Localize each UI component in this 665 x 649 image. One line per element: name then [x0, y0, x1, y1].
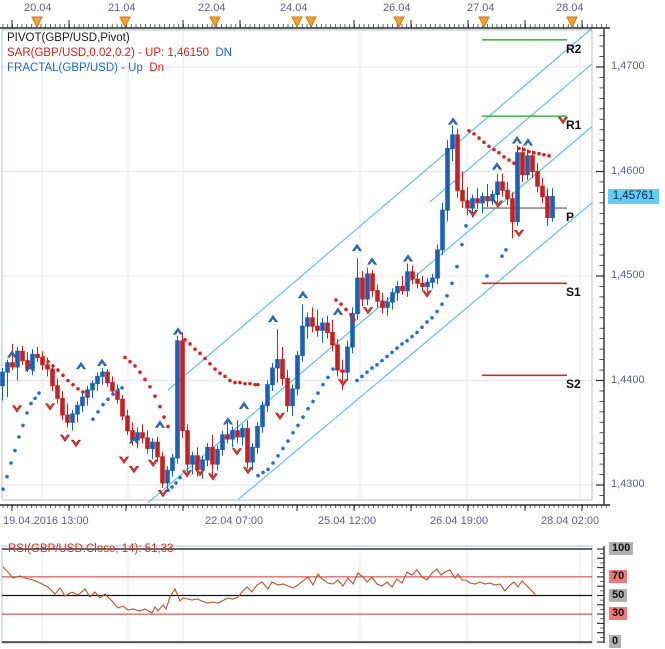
rsi-level-label-50: 50: [609, 588, 628, 602]
fractal-up-icon: [75, 361, 87, 370]
fractal-up-icon: [511, 136, 523, 144]
current-price-badge: 1,45761: [608, 188, 659, 204]
fractal-down-icon: [128, 466, 140, 474]
price-axis-label: 1,4300: [611, 478, 645, 490]
fractal-down-icon: [194, 469, 206, 477]
legend-sar: SAR(GBP/USD,0.02,0.2) - UP: 1,46150 DN: [7, 46, 232, 61]
price-axis-label: 1,4600: [611, 164, 645, 177]
fractal-down-icon: [513, 229, 525, 238]
channel-lines-layer: [147, 27, 593, 504]
rsi-level-label-0: 0: [609, 635, 622, 648]
fractal-up-icon: [238, 401, 250, 409]
fractal-down-icon: [231, 448, 243, 456]
price-axis: [596, 28, 605, 505]
legend-fractal-dn: Dn: [149, 62, 164, 74]
bottom-axis: [0, 504, 610, 511]
date-marker-icon: [291, 16, 303, 29]
fractal-up-icon: [491, 162, 503, 170]
date-marker-icon: [305, 16, 317, 29]
fractal-down-icon: [274, 412, 286, 421]
fractal-down-icon: [70, 439, 82, 448]
bottom-axis-time-label: 19.04.2016 13:00: [3, 515, 89, 527]
top-axis-date-label: 28.04: [556, 2, 584, 14]
fractal-down-icon: [11, 405, 23, 413]
fractal-down-icon: [59, 434, 71, 443]
fractal-up-icon: [297, 290, 309, 299]
legend-sar-up: SAR(GBP/USD,0.02,0.2) - UP: 1,46150: [7, 47, 209, 59]
legend-fractal-up: FRACTAL(GBP/USD) - Up: [7, 62, 143, 74]
rsi-line: [2, 566, 536, 614]
rsi-legend: RSI(GBP/USD.Close, 14): 51,33: [8, 543, 174, 555]
fractal-up-icon: [267, 314, 279, 323]
fractal-up-icon: [366, 257, 378, 265]
legend-sar-dn: DN: [215, 47, 232, 59]
bottom-axis-time-label: 28.04 02:00: [541, 515, 600, 527]
rsi-level-label-30: 30: [609, 607, 628, 621]
fractal-up-icon: [402, 254, 414, 262]
indicator-legend: PIVOT(GBP/USD,Pivot) SAR(GBP/USD,0.02,0.…: [7, 31, 232, 76]
bottom-axis-time-label: 25.04 12:00: [318, 515, 377, 527]
pivot-label-S1: S1: [566, 285, 581, 300]
legend-pivot: PIVOT(GBP/USD,Pivot): [7, 32, 130, 44]
rsi-panel: [2, 546, 605, 643]
legend-fractal: FRACTAL(GBP/USD) - Up Dn: [7, 61, 232, 76]
pivot-label-S2: S2: [566, 377, 581, 392]
fractal-up-icon: [332, 307, 344, 315]
fractal-up-icon: [522, 138, 534, 146]
fractal-up-icon: [96, 358, 108, 367]
date-marker-icon: [31, 16, 43, 29]
fractal-down-icon: [242, 467, 254, 475]
rsi-level-label-100: 100: [609, 542, 634, 555]
bottom-axis-time-label: 22.04 07:00: [205, 515, 264, 527]
top-axis-date-label: 24.04: [280, 2, 308, 14]
date-marker-icon: [393, 16, 405, 29]
pivot-label-R1: R1: [566, 118, 582, 133]
pivot-label-R2: R2: [566, 41, 582, 56]
trading-chart-window: PIVOT(GBP/USD,Pivot) SAR(GBP/USD,0.02,0.…: [0, 0, 665, 649]
bottom-axis-time-label: 26.04 19:00: [430, 515, 489, 527]
fractal-up-icon: [172, 327, 184, 335]
pivot-label-P: P: [566, 210, 575, 225]
fractal-down-icon: [157, 490, 169, 498]
candlestick-layer: [0, 125, 555, 491]
fractal-down-icon: [44, 403, 56, 411]
sar-layer: [1, 128, 551, 493]
top-axis-date-label: 26.04: [383, 2, 411, 14]
top-axis: [0, 16, 610, 29]
top-axis-date-label: 27.04: [467, 2, 495, 14]
top-axis-date-label: 22.04: [198, 2, 226, 14]
fractal-down-icon: [147, 459, 159, 468]
fractal-up-icon: [154, 420, 166, 428]
top-axis-date-label: 20.04: [24, 2, 52, 14]
rsi-level-label-70: 70: [609, 569, 628, 583]
top-axis-date-label: 21.04: [108, 2, 136, 14]
date-marker-icon: [209, 16, 221, 29]
fractal-up-icon: [447, 117, 459, 125]
price-axis-label: 1,4500: [611, 269, 645, 281]
price-axis-label: 1,4400: [611, 373, 645, 386]
fractal-down-icon: [118, 456, 130, 464]
price-axis-label: 1,4700: [611, 60, 645, 72]
